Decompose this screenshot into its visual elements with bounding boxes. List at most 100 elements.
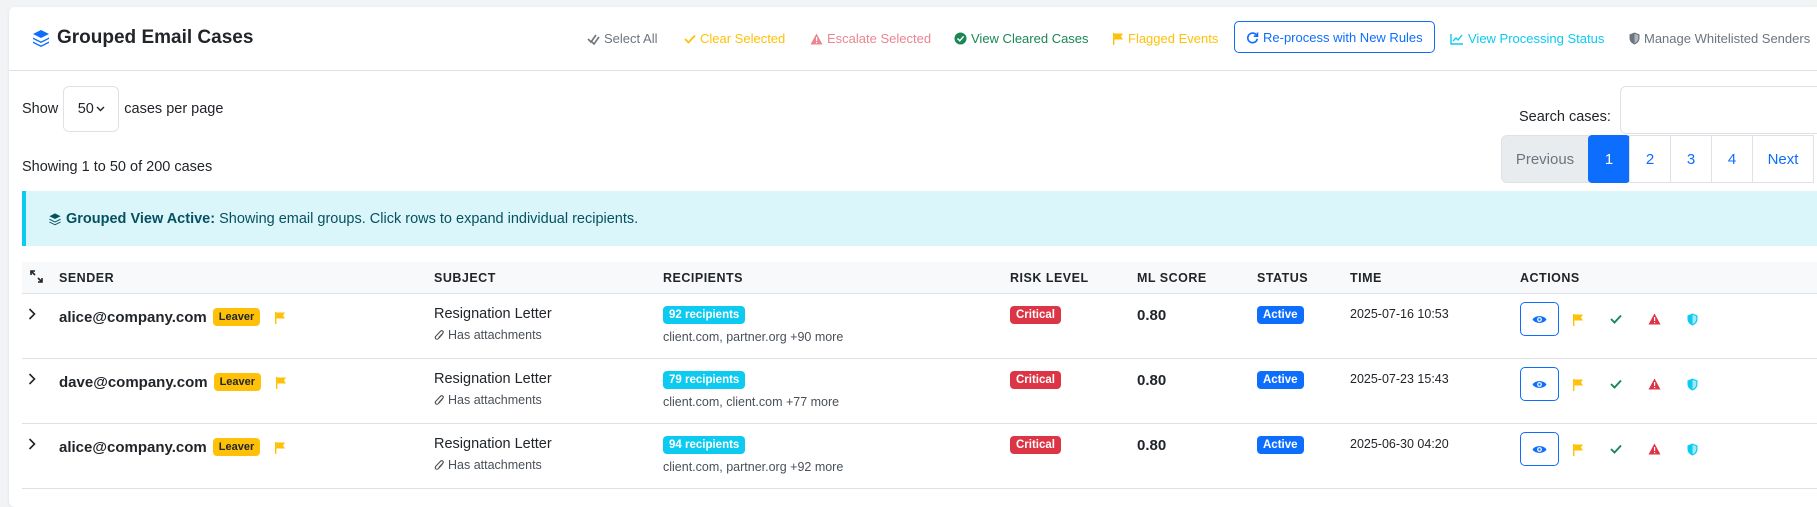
sender-email: alice@company.com bbox=[59, 308, 207, 326]
recipient-domains: client.com, client.com +77 more bbox=[663, 395, 840, 409]
column-sender[interactable]: SENDER bbox=[59, 262, 434, 294]
chevron-right-icon[interactable] bbox=[28, 373, 36, 385]
pagination-page-1[interactable]: 1 bbox=[1588, 135, 1630, 183]
view-button[interactable] bbox=[1520, 302, 1559, 336]
layers-icon bbox=[49, 212, 61, 225]
layers-icon bbox=[33, 30, 49, 47]
pagination-page-3[interactable]: 3 bbox=[1670, 135, 1712, 183]
flag-icon bbox=[275, 311, 286, 324]
pagination-page-2[interactable]: 2 bbox=[1629, 135, 1671, 183]
warning-triangle-icon bbox=[1648, 378, 1660, 390]
chevron-right-icon[interactable] bbox=[28, 438, 36, 450]
subject-text: Resignation Letter bbox=[434, 306, 552, 322]
per-page-select[interactable]: 50 bbox=[63, 86, 120, 132]
page-title: Grouped Email Cases bbox=[31, 27, 253, 49]
eye-icon bbox=[1532, 315, 1547, 323]
shield-icon bbox=[1687, 313, 1697, 325]
paperclip-icon bbox=[434, 330, 444, 340]
escalate-selected-button[interactable]: Escalate Selected bbox=[810, 31, 931, 46]
pagination-page-4[interactable]: 4 bbox=[1711, 135, 1753, 183]
row-actions bbox=[1520, 302, 1817, 336]
check-icon bbox=[1610, 444, 1622, 454]
subject-text: Resignation Letter bbox=[434, 436, 552, 452]
clear-button[interactable] bbox=[1597, 379, 1635, 389]
pagination-next[interactable]: Next bbox=[1752, 135, 1814, 183]
ml-score: 0.80 bbox=[1137, 437, 1167, 454]
column-risk-level[interactable]: RISK LEVEL bbox=[1010, 262, 1137, 294]
search-label: Search cases: bbox=[1519, 109, 1611, 125]
expand-icon bbox=[30, 269, 43, 283]
time-text: 2025-07-23 15:43 bbox=[1350, 372, 1449, 386]
status-badge: Active bbox=[1257, 306, 1304, 324]
table-row[interactable]: alice@company.com Leaver Resignation Let… bbox=[22, 423, 1817, 489]
chevron-right-icon[interactable] bbox=[28, 308, 36, 320]
view-processing-status-button[interactable]: View Processing Status bbox=[1450, 31, 1604, 46]
clear-selected-button[interactable]: Clear Selected bbox=[684, 31, 785, 46]
subject-text: Resignation Letter bbox=[434, 371, 552, 387]
view-cleared-cases-button[interactable]: View Cleared Cases bbox=[954, 31, 1089, 46]
check-icon bbox=[1610, 379, 1622, 389]
recipient-domains: client.com, partner.org +92 more bbox=[663, 460, 844, 474]
table-row[interactable]: alice@company.com Leaver Resignation Let… bbox=[22, 293, 1817, 359]
sender-cell: alice@company.com Leaver bbox=[59, 308, 434, 326]
clear-button[interactable] bbox=[1597, 314, 1635, 324]
refresh-icon bbox=[1247, 31, 1259, 43]
flag-icon bbox=[1573, 378, 1583, 391]
flag-icon bbox=[1573, 443, 1583, 456]
row-actions bbox=[1520, 432, 1817, 466]
paperclip-icon bbox=[434, 395, 444, 405]
whitelist-button[interactable] bbox=[1673, 443, 1711, 456]
time-text: 2025-06-30 04:20 bbox=[1350, 437, 1449, 451]
column-subject[interactable]: SUBJECT bbox=[434, 262, 663, 294]
reprocess-button[interactable]: Re-process with New Rules bbox=[1234, 21, 1435, 53]
ml-score: 0.80 bbox=[1137, 307, 1167, 324]
column-ml-score[interactable]: ML SCORE bbox=[1137, 262, 1257, 294]
flag-button[interactable] bbox=[1559, 378, 1597, 391]
column-status[interactable]: STATUS bbox=[1257, 262, 1350, 294]
recipient-domains: client.com, partner.org +90 more bbox=[663, 330, 844, 344]
recipients-badge: 79 recipients bbox=[663, 371, 746, 389]
alert-text: Showing email groups. Click rows to expa… bbox=[219, 210, 639, 227]
check-circle-icon bbox=[954, 32, 967, 45]
attachments-info: Has attachments bbox=[434, 393, 663, 407]
check-icon bbox=[684, 34, 696, 44]
search-input[interactable] bbox=[1620, 86, 1817, 134]
recipients-badge: 92 recipients bbox=[663, 306, 746, 324]
view-button[interactable] bbox=[1520, 432, 1559, 466]
select-all-button[interactable]: Select All bbox=[587, 31, 657, 46]
warning-triangle-icon bbox=[1648, 313, 1660, 325]
flag-button[interactable] bbox=[1559, 313, 1597, 326]
flag-icon bbox=[1113, 33, 1123, 45]
clear-button[interactable] bbox=[1597, 444, 1635, 454]
escalate-button[interactable] bbox=[1635, 443, 1673, 455]
table-header-row: SENDER SUBJECT RECIPIENTS RISK LEVEL ML … bbox=[22, 262, 1817, 294]
whitelist-button[interactable] bbox=[1673, 313, 1711, 326]
shield-icon bbox=[1629, 32, 1640, 45]
column-time[interactable]: TIME bbox=[1350, 262, 1520, 294]
row-actions bbox=[1520, 367, 1817, 401]
flag-icon bbox=[275, 441, 286, 454]
shield-icon bbox=[1687, 378, 1697, 390]
status-badge: Active bbox=[1257, 436, 1304, 454]
sender-email: alice@company.com bbox=[59, 438, 207, 456]
expand-all-header[interactable] bbox=[22, 262, 59, 294]
escalate-button[interactable] bbox=[1635, 378, 1673, 390]
table-row[interactable]: dave@company.com Leaver Resignation Lett… bbox=[22, 358, 1817, 424]
column-recipients[interactable]: RECIPIENTS bbox=[663, 262, 1010, 294]
escalate-button[interactable] bbox=[1635, 313, 1673, 325]
leaver-badge: Leaver bbox=[212, 438, 261, 456]
flag-button[interactable] bbox=[1559, 443, 1597, 456]
manage-whitelist-button[interactable]: Manage Whitelisted Senders bbox=[1629, 31, 1810, 46]
warning-triangle-icon bbox=[1648, 443, 1660, 455]
leaver-badge: Leaver bbox=[212, 308, 261, 326]
whitelist-button[interactable] bbox=[1673, 378, 1711, 391]
flagged-events-button[interactable]: Flagged Events bbox=[1112, 31, 1218, 46]
view-button[interactable] bbox=[1520, 367, 1559, 401]
show-label: Show bbox=[22, 101, 59, 117]
sender-email: dave@company.com bbox=[59, 373, 208, 391]
pagination-previous[interactable]: Previous bbox=[1501, 135, 1589, 183]
page-title-text: Grouped Email Cases bbox=[57, 27, 254, 48]
leaver-badge: Leaver bbox=[213, 373, 262, 391]
attachments-info: Has attachments bbox=[434, 458, 663, 472]
grouped-view-alert: Grouped View Active: Showing email group… bbox=[22, 191, 1817, 246]
